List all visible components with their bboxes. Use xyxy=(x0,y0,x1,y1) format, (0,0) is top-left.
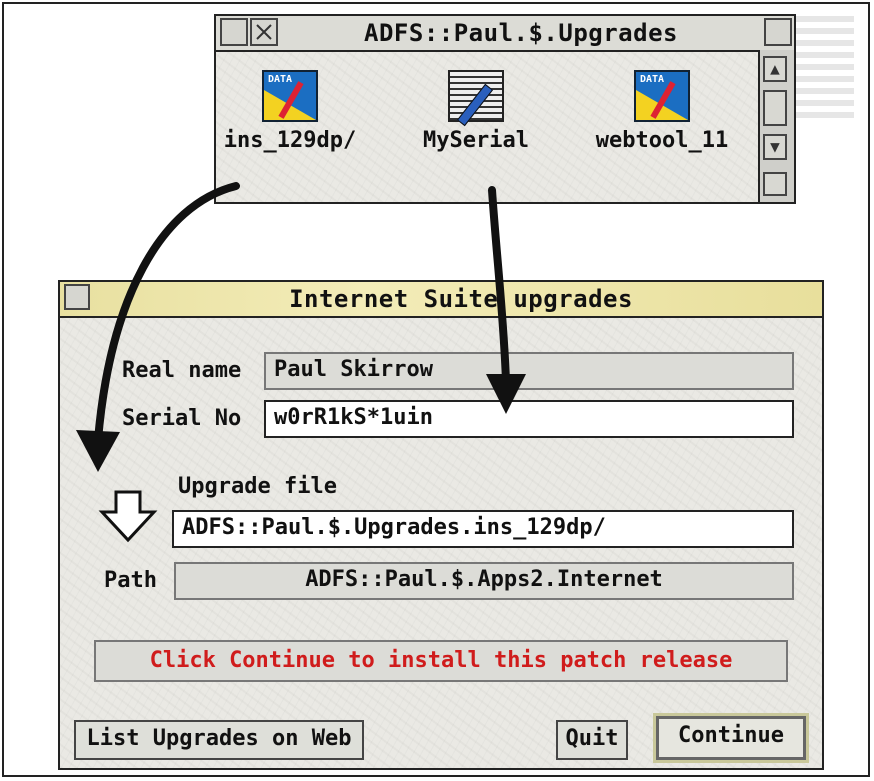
drag-arrow-curve xyxy=(94,182,240,444)
drag-arrows xyxy=(76,182,526,472)
drag-arrow-head xyxy=(486,374,526,414)
drag-arrow-straight xyxy=(488,186,510,386)
drag-arrow-head xyxy=(76,430,120,472)
